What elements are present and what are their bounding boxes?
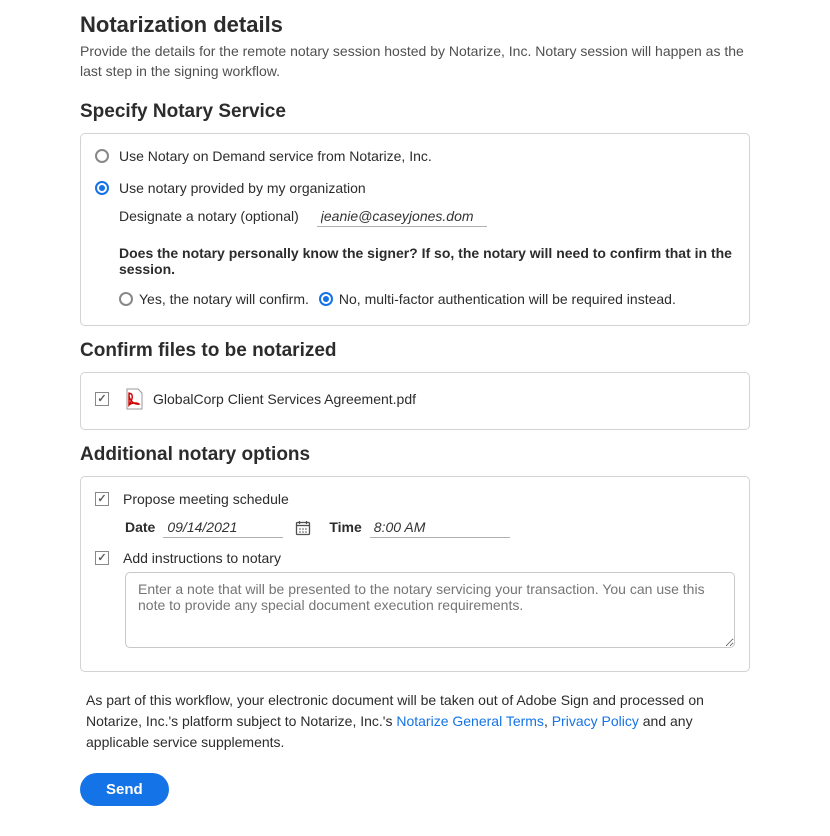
file-name: GlobalCorp Client Services Agreement.pdf (153, 391, 416, 407)
link-privacy-policy[interactable]: Privacy Policy (552, 713, 639, 729)
knows-signer-question: Does the notary personally know the sign… (119, 245, 735, 277)
radio-knows-no-label: No, multi-factor authentication will be … (339, 291, 676, 307)
date-input[interactable] (163, 517, 283, 538)
link-general-terms[interactable]: Notarize General Terms (396, 713, 544, 729)
designate-input[interactable] (317, 206, 487, 227)
radio-my-org-label: Use notary provided by my organization (119, 180, 366, 196)
options-heading: Additional notary options (80, 444, 750, 466)
page-subtitle: Provide the details for the remote notar… (80, 42, 750, 81)
files-heading: Confirm files to be notarized (80, 340, 750, 362)
send-button[interactable]: Send (80, 773, 169, 806)
propose-checkbox[interactable] (95, 492, 109, 506)
radio-knows-yes[interactable] (119, 292, 133, 306)
radio-on-demand[interactable] (95, 149, 109, 163)
notary-service-heading: Specify Notary Service (80, 101, 750, 123)
calendar-icon[interactable] (295, 520, 311, 536)
file-checkbox[interactable] (95, 392, 109, 406)
radio-my-org[interactable] (95, 181, 109, 195)
date-label: Date (125, 519, 155, 535)
files-panel: GlobalCorp Client Services Agreement.pdf (80, 372, 750, 430)
instructions-checkbox[interactable] (95, 551, 109, 565)
time-label: Time (329, 519, 361, 535)
notary-service-panel: Use Notary on Demand service from Notari… (80, 133, 750, 326)
legal-text: As part of this workflow, your electroni… (86, 690, 750, 753)
time-input[interactable] (370, 517, 510, 538)
page-title: Notarization details (80, 12, 750, 38)
propose-label: Propose meeting schedule (123, 491, 289, 507)
designate-label: Designate a notary (optional) (119, 208, 299, 224)
file-row: GlobalCorp Client Services Agreement.pdf (95, 387, 735, 411)
radio-knows-yes-label: Yes, the notary will confirm. (139, 291, 309, 307)
radio-on-demand-label: Use Notary on Demand service from Notari… (119, 148, 432, 164)
pdf-icon (123, 387, 145, 411)
options-panel: Propose meeting schedule Date Time Add i… (80, 476, 750, 672)
instructions-label: Add instructions to notary (123, 550, 281, 566)
radio-knows-no[interactable] (319, 292, 333, 306)
instructions-textarea[interactable] (125, 572, 735, 648)
